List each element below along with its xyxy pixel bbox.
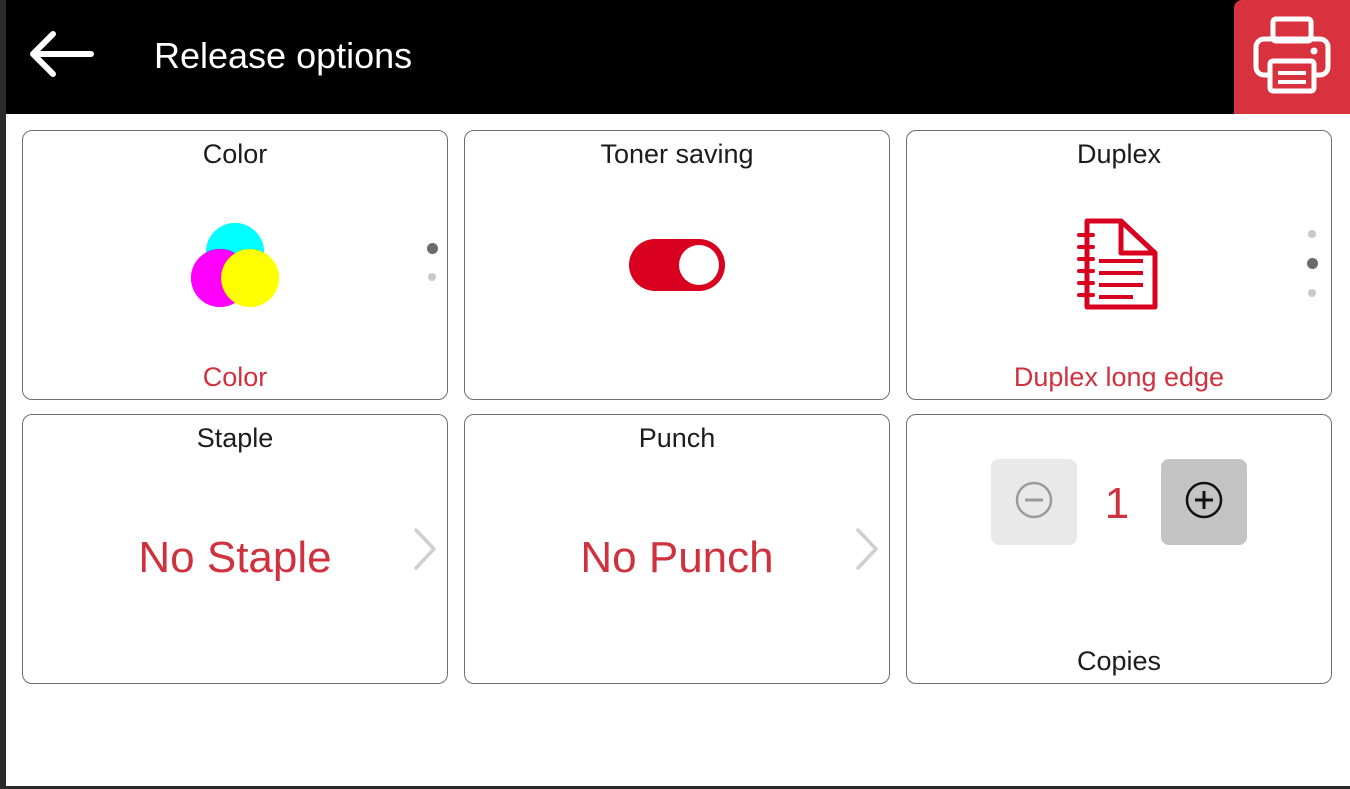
arrow-left-icon [25,29,95,84]
minus-circle-icon [1014,480,1054,525]
duplex-document-icon [907,217,1331,313]
color-page-indicator [425,243,439,281]
page-dot-active [426,243,438,254]
copies-label: Copies [1076,646,1162,676]
chevron-right-icon [855,527,879,576]
toner-saving-card: Toner saving [464,130,890,400]
back-button[interactable] [20,20,100,92]
color-option-card[interactable]: Color Color [22,130,448,400]
page-dot [1308,230,1316,238]
toner-saving-toggle[interactable] [629,239,725,291]
print-button[interactable] [1234,0,1350,114]
punch-card-value: No Punch [580,533,774,582]
toggle-knob [679,245,719,285]
color-card-value: Color [202,362,268,392]
staple-card-value: No Staple [138,533,332,582]
punch-card-title: Punch [638,423,716,453]
toner-saving-title: Toner saving [600,139,754,169]
duplex-card-value: Duplex long edge [1013,362,1225,392]
cmyk-color-circles-icon [23,221,447,311]
decrement-button[interactable] [991,459,1077,545]
punch-option-card[interactable]: Punch No Punch [464,414,890,684]
page-dot [1308,289,1316,297]
color-card-title: Color [202,139,268,169]
page-title: Release options [154,35,413,76]
duplex-option-card[interactable]: Duplex Duplex long edge [906,130,1332,400]
printer-icon [1250,13,1334,102]
increment-button[interactable] [1161,459,1247,545]
header-bar: Release options [6,0,1350,114]
copies-count[interactable]: 1 [1077,479,1157,529]
copies-card: 1 Copies [906,414,1332,684]
release-options-screen: Release options Color Color Toner saving… [6,0,1350,786]
page-dot-active [1306,258,1318,269]
chevron-right-icon [413,527,437,576]
page-dot [428,273,436,281]
staple-option-card[interactable]: Staple No Staple [22,414,448,684]
duplex-card-title: Duplex [1076,139,1162,169]
duplex-page-indicator [1305,230,1319,297]
staple-card-title: Staple [196,423,274,453]
plus-circle-icon [1184,480,1224,525]
